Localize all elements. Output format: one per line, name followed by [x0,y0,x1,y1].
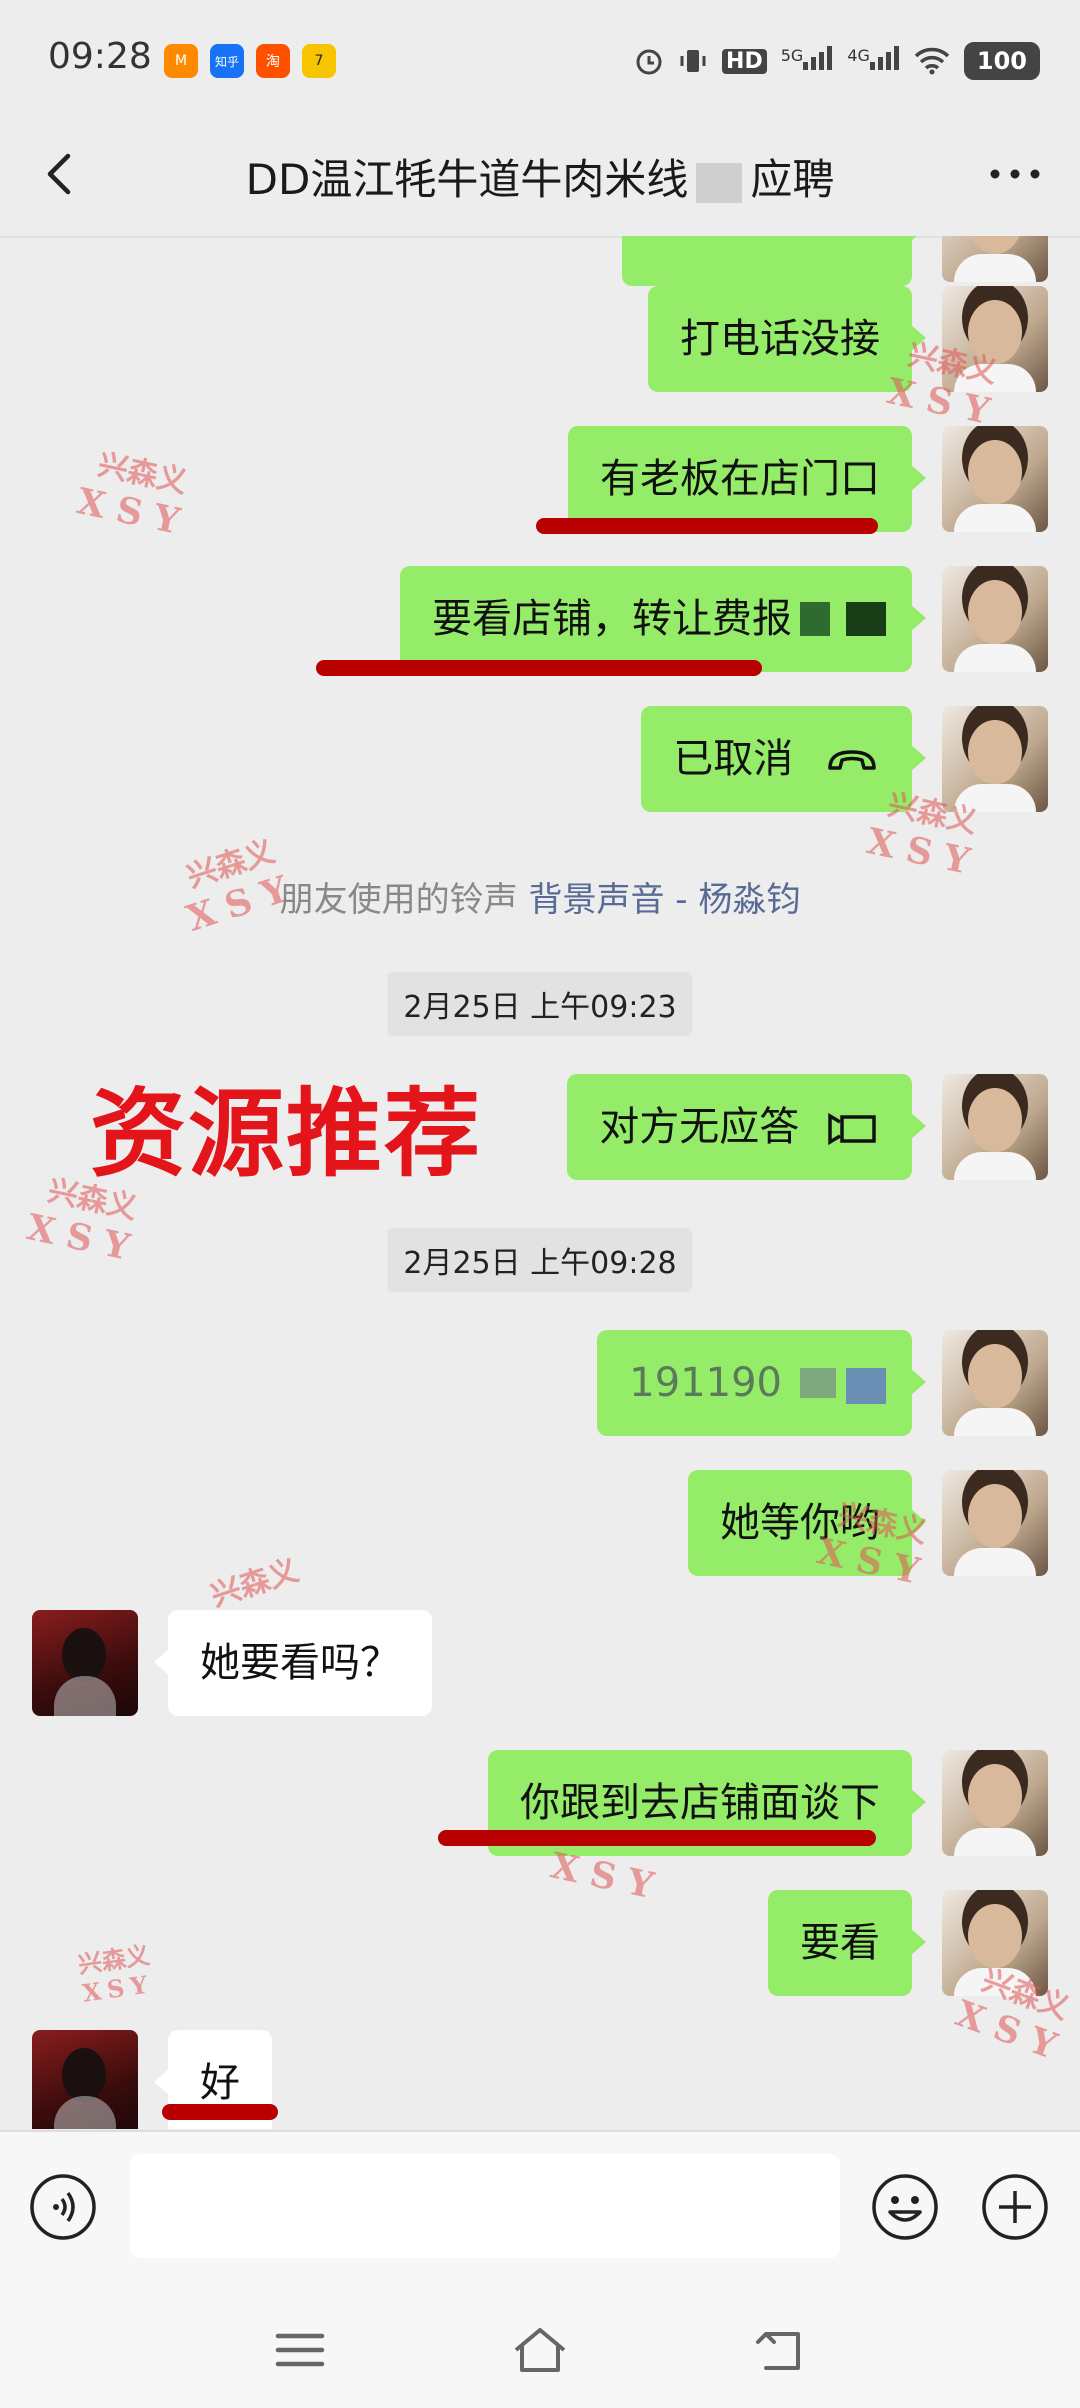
highlight-underline [316,660,762,676]
alarm-icon [636,49,662,75]
highlight-underline [536,518,878,534]
timestamp: 2月25日 上午09:28 [387,1228,693,1292]
battery-indicator: 100 [963,42,1040,80]
message-bubble-outgoing[interactable]: 要看店铺，转让费报 [400,566,926,672]
redacted-block [846,602,886,636]
highlight-underline [162,2104,278,2120]
message-bubble-outgoing[interactable]: 打电话没接 [648,286,926,392]
chat-title-suffix: 应聘 [750,155,835,204]
message-text: 对方无应答 [599,1104,800,1150]
tiktok-app-icon: 7 [302,44,336,78]
ringtone-song-link[interactable]: 背景声音 - 杨淼钧 [528,880,800,920]
add-more-icon[interactable] [980,2172,1050,2242]
message-text: 已取消 [673,736,794,782]
back-nav-icon[interactable] [750,2320,810,2380]
watermark: 兴森义 [207,1553,304,1615]
redacted-block [696,162,743,203]
chat-header: DD温江牦牛道牛肉米线 应聘 [0,120,1080,238]
menu-icon[interactable] [270,2320,330,2380]
chat-title: DD温江牦牛道牛肉米线 应聘 [120,146,960,207]
ringtone-note: 朋友使用的铃声 背景声音 - 杨淼钧 [0,872,1080,921]
call-cancelled-bubble[interactable]: 已取消 [641,706,926,812]
redacted-block [846,1368,886,1404]
message-input[interactable] [130,2154,840,2258]
input-bar [0,2130,1080,2282]
my-avatar[interactable] [942,426,1048,532]
watermark: 兴森义 XSY [73,445,203,547]
message-list[interactable]: 打电话没接 有老板在店门口 要看店铺，转让费报 已取消 朋友使用的铃声 背景声音… [0,236,1080,2129]
message-text: 要看店铺，转让费报 [432,596,792,642]
message-bubble-outgoing[interactable]: 有老板在店门口 [568,426,926,532]
more-options-icon[interactable] [980,144,1050,204]
my-avatar[interactable] [942,1750,1048,1856]
emoji-icon[interactable] [870,2172,940,2242]
message-text: 191190 [629,1360,782,1406]
hd-icon: HD [722,48,767,74]
4g-label: 4G [847,46,870,65]
my-avatar[interactable] [942,236,1048,282]
contact-avatar[interactable] [32,2030,138,2129]
meituan-app-icon: M [164,44,198,78]
message-bubble-outgoing[interactable]: 要看 [768,1890,926,1996]
my-avatar[interactable] [942,1074,1048,1180]
status-bar: 09:28 M 知乎 淘 7 HD 5G 4G 100 [0,0,1080,120]
chat-title-text: DD温江牦牛道牛肉米线 [245,155,689,204]
highlight-underline [438,1830,876,1846]
taobao-app-icon: 淘 [256,44,290,78]
message-bubble-partial[interactable] [622,236,926,286]
watermark-cn: 兴森义 [206,1552,304,1615]
redacted-block [800,602,830,636]
ringtone-prefix: 朋友使用的铃声 [279,880,518,920]
contact-avatar[interactable] [32,1610,138,1716]
my-avatar[interactable] [942,706,1048,812]
watermark: 兴森义 XSY [76,1940,155,2008]
watermark: 兴森义 XSY [950,1959,1080,2073]
timestamp: 2月25日 上午09:23 [387,972,693,1036]
my-avatar[interactable] [942,1470,1048,1576]
system-nav-bar [0,2280,1080,2408]
my-avatar[interactable] [942,566,1048,672]
home-icon[interactable] [510,2320,570,2380]
wifi-icon [914,47,950,75]
5g-signal-icon: 5G [781,46,834,76]
back-arrow-icon[interactable] [30,144,90,204]
call-no-answer-bubble[interactable]: 对方无应答 [567,1074,926,1180]
voice-input-icon[interactable] [28,2172,98,2242]
phone-hangup-icon [828,750,876,770]
message-bubble-incoming[interactable]: 她要看吗？ [154,1610,432,1716]
zhihu-app-icon: 知乎 [210,44,244,78]
status-icons: HD 5G 4G 100 [634,42,1040,80]
my-avatar[interactable] [942,1330,1048,1436]
4g-signal-icon: 4G [847,46,900,76]
status-time: 09:28 [48,36,152,77]
redacted-block [800,1368,836,1398]
promo-overlay-text: 资源推荐 [90,1078,482,1190]
5g-label: 5G [780,46,804,65]
video-call-icon [828,1112,876,1146]
notification-app-icons: M 知乎 淘 7 [164,44,336,78]
vibrate-icon [680,50,706,72]
watermark: 兴森义 XSY [171,830,305,941]
